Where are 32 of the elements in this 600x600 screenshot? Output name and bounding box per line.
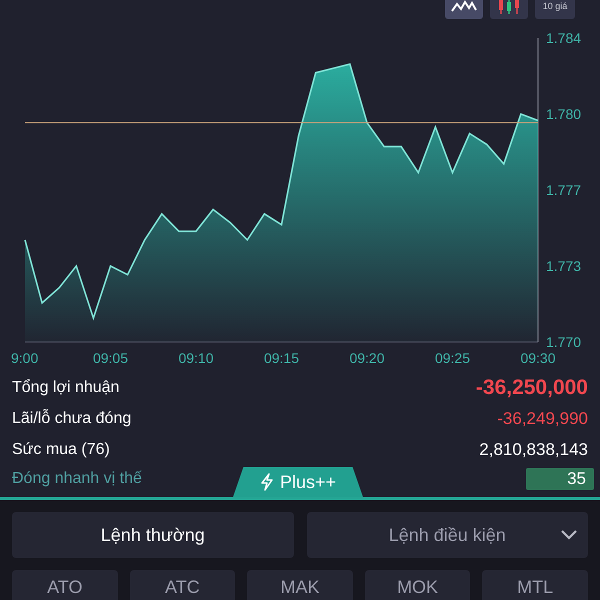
order-type-button[interactable]: MOK [364,570,470,600]
order-type-button[interactable]: MAK [247,570,353,600]
summary-label: Sức mua (76) [12,440,110,458]
y-axis-label: 1.784 [546,30,582,46]
order-type-button[interactable]: ATC [130,570,236,600]
summary-value: -36,250,000 [476,376,588,400]
y-axis-label: 1.770 [546,334,582,350]
order-type-button[interactable]: ATO [12,570,118,600]
y-axis-label: 1.777 [546,182,582,198]
lightning-icon [260,473,274,491]
quick-close-label: Đóng nhanh vị thế [12,470,142,488]
x-axis-label: 09:20 [349,350,385,366]
price-levels-button[interactable]: 10 giá [535,0,575,19]
plus-tab[interactable]: Plus++ [233,467,363,497]
candlestick-chart-button[interactable] [490,0,528,19]
x-axis-label: 09:25 [434,350,470,366]
summary-value: 2,810,838,143 [479,440,588,460]
summary-label: Lãi/lỗ chưa đóng [12,410,132,428]
quick-close-count: 35 [526,468,594,490]
x-axis-label: 9:00 [11,350,38,366]
x-axis-label: 09:15 [264,350,300,366]
x-axis-label: 09:05 [92,350,128,366]
line-chart-button[interactable] [445,0,483,19]
order-mode-tab[interactable]: Lệnh điều kiện [306,512,588,558]
order-type-button[interactable]: MTL [482,570,588,600]
order-mode-tab[interactable]: Lệnh thường [12,512,294,558]
x-axis-label: 09:10 [178,350,214,366]
summary-value: -36,249,990 [497,408,588,428]
x-axis-label: 09:30 [520,350,556,366]
y-axis-label: 1.780 [546,106,582,122]
y-axis-label: 1.773 [546,258,582,274]
summary-label: Tổng lợi nhuận [12,378,120,396]
